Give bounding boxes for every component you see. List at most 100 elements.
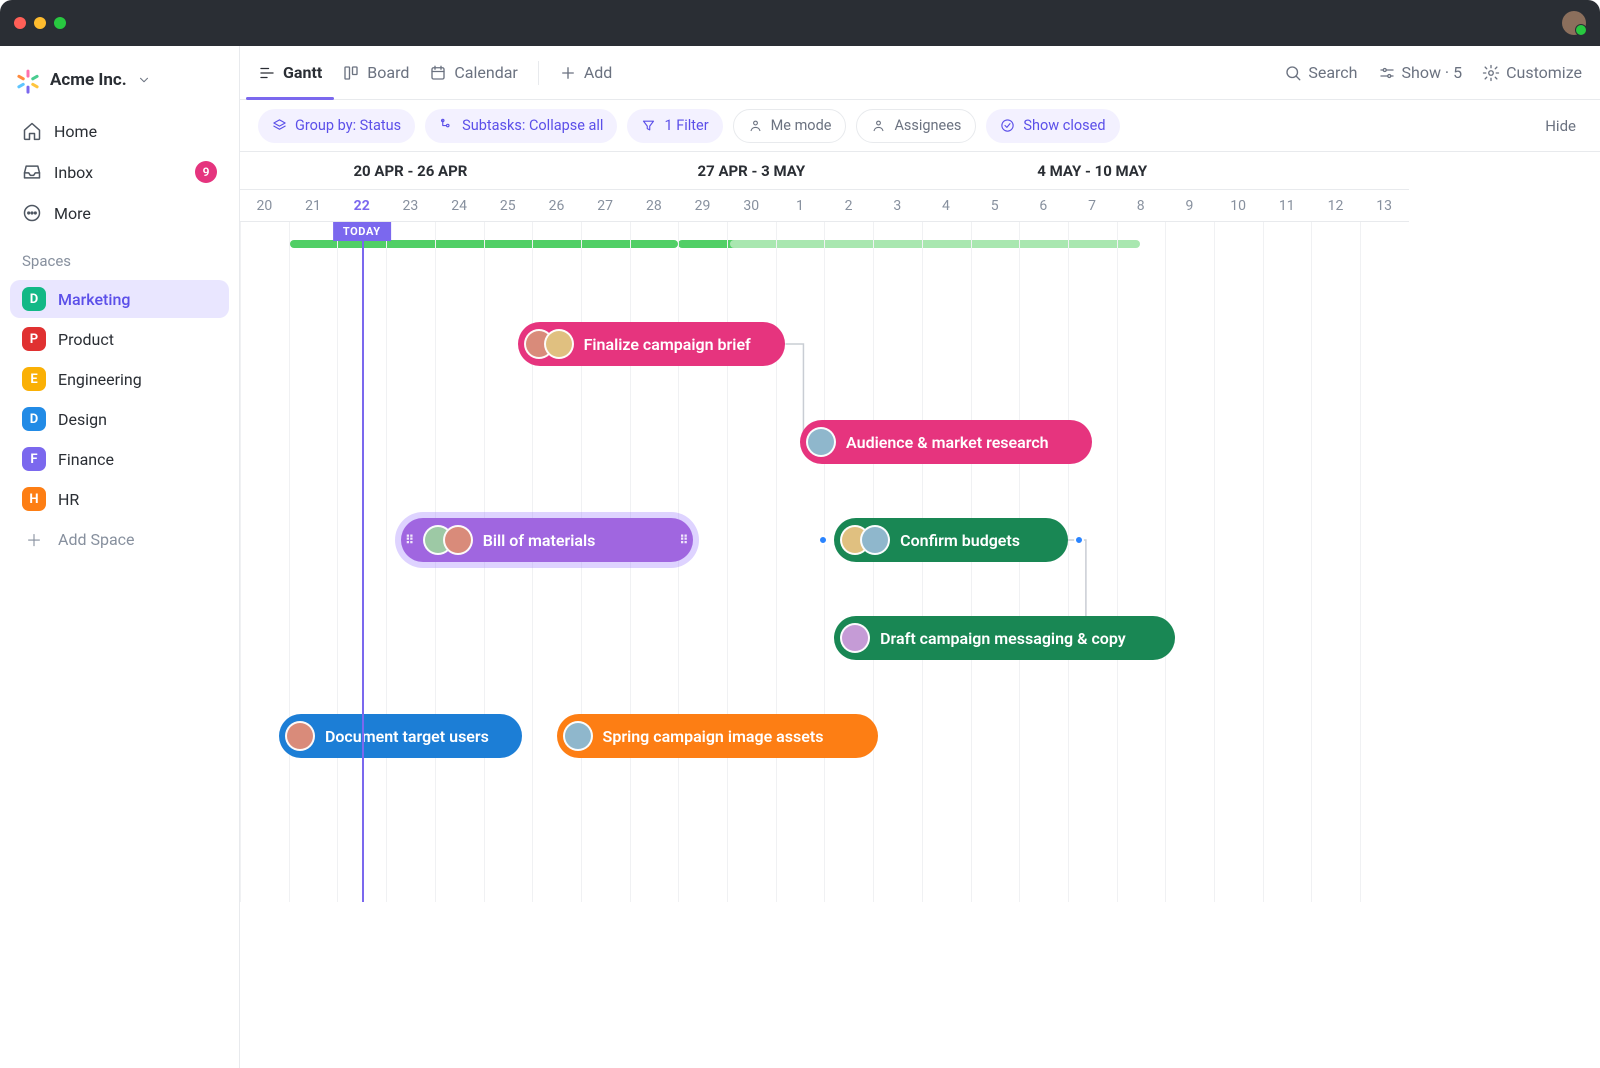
dependency-connector <box>240 222 1440 922</box>
day-header: 24 <box>435 190 484 222</box>
day-header: 5 <box>970 190 1019 222</box>
sidebar-item-home[interactable]: Home <box>10 112 229 150</box>
task-assignees <box>806 427 836 457</box>
space-label: HR <box>58 490 79 509</box>
add-space-button[interactable]: ＋ Add Space <box>10 520 229 558</box>
task-label: Spring campaign image assets <box>603 727 824 746</box>
current-user-avatar[interactable] <box>1562 11 1586 35</box>
tab-label: Board <box>367 63 409 82</box>
search-button[interactable]: Search <box>1284 63 1357 82</box>
tab-label: Gantt <box>283 63 322 82</box>
task-bar[interactable]: Bill of materials⠿⠿ <box>401 518 693 562</box>
sidebar-space-hr[interactable]: HHR <box>10 480 229 518</box>
task-label: Document target users <box>325 727 489 746</box>
space-label: Product <box>58 330 114 349</box>
space-label: Engineering <box>58 370 142 389</box>
today-marker <box>362 222 364 902</box>
task-bar[interactable]: Audience & market research <box>800 420 1092 464</box>
day-header: 3 <box>873 190 922 222</box>
spaces-heading: Spaces <box>10 234 229 278</box>
filter-group-by[interactable]: Group by: Status <box>258 109 415 143</box>
sidebar-item-label: Inbox <box>54 163 93 182</box>
inbox-icon <box>22 162 42 182</box>
sidebar-space-engineering[interactable]: EEngineering <box>10 360 229 398</box>
day-header: 9 <box>1165 190 1214 222</box>
assignee-avatar <box>443 525 473 555</box>
day-header: 29 <box>678 190 727 222</box>
task-label: Draft campaign messaging & copy <box>880 629 1126 648</box>
close-window-button[interactable] <box>14 17 26 29</box>
person-icon <box>748 118 763 133</box>
filter-me-mode[interactable]: Me mode <box>733 109 847 143</box>
fullscreen-window-button[interactable] <box>54 17 66 29</box>
filter-count[interactable]: 1 Filter <box>627 109 722 143</box>
task-assignees <box>840 525 890 555</box>
day-header: 25 <box>483 190 532 222</box>
gantt-canvas[interactable]: 20 APR - 26 APR27 APR - 3 MAY4 MAY - 10 … <box>240 152 1600 1068</box>
space-badge: D <box>22 287 46 311</box>
minimize-window-button[interactable] <box>34 17 46 29</box>
today-tag: TODAY <box>333 222 391 241</box>
customize-button[interactable]: Customize <box>1482 63 1582 82</box>
sidebar-space-marketing[interactable]: DMarketing <box>10 280 229 318</box>
search-icon <box>1284 64 1302 82</box>
sidebar-item-inbox[interactable]: Inbox 9 <box>10 152 229 192</box>
task-bar[interactable]: Finalize campaign brief <box>518 322 786 366</box>
workspace-switcher[interactable]: Acme Inc. <box>10 60 229 110</box>
inbox-unread-badge: 9 <box>195 161 217 183</box>
tab-label: Add <box>584 63 612 82</box>
assignee-avatar <box>860 525 890 555</box>
space-badge: D <box>22 407 46 431</box>
filter-show-closed[interactable]: Show closed <box>986 109 1119 143</box>
task-assignees <box>840 623 870 653</box>
day-header: 22 <box>337 190 386 222</box>
filter-icon <box>641 118 656 133</box>
task-bar[interactable]: Document target users <box>279 714 523 758</box>
task-label: Audience & market research <box>846 433 1049 452</box>
space-label: Finance <box>58 450 114 469</box>
person-icon <box>871 118 886 133</box>
hide-filters-button[interactable]: Hide <box>1539 117 1582 135</box>
task-bar[interactable]: Draft campaign messaging & copy <box>834 616 1175 660</box>
add-view-button[interactable]: Add <box>559 46 612 99</box>
filter-assignees[interactable]: Assignees <box>856 109 976 143</box>
day-header: 11 <box>1262 190 1311 222</box>
sidebar-space-finance[interactable]: FFinance <box>10 440 229 478</box>
assignee-avatar <box>544 329 574 359</box>
day-header: 10 <box>1214 190 1263 222</box>
filter-subtasks[interactable]: Subtasks: Collapse all <box>425 109 617 143</box>
tab-calendar[interactable]: Calendar <box>429 46 517 99</box>
sidebar-space-design[interactable]: DDesign <box>10 400 229 438</box>
resize-handle-left[interactable]: ⠿ <box>405 518 415 562</box>
task-assignees <box>423 525 473 555</box>
calendar-icon <box>429 64 447 82</box>
tab-gantt[interactable]: Gantt <box>258 46 322 99</box>
board-icon <box>342 64 360 82</box>
space-badge: P <box>22 327 46 351</box>
sidebar-space-product[interactable]: P Product <box>10 320 229 358</box>
resize-handle-right[interactable]: ⠿ <box>679 518 689 562</box>
subtask-icon <box>439 118 454 133</box>
task-bar[interactable]: Spring campaign image assets <box>557 714 878 758</box>
week-header: 27 APR - 3 MAY <box>581 152 922 190</box>
day-header: 28 <box>630 190 679 222</box>
sidebar-item-more[interactable]: More <box>10 194 229 232</box>
task-label: Confirm budgets <box>900 531 1020 550</box>
week-header: 20 APR - 26 APR <box>240 152 581 190</box>
dependency-dot-outgoing[interactable] <box>1074 535 1084 545</box>
day-header: 13 <box>1360 190 1409 222</box>
sliders-icon <box>1378 64 1396 82</box>
assignee-avatar <box>840 623 870 653</box>
layers-icon <box>272 118 287 133</box>
day-header: 7 <box>1068 190 1117 222</box>
gear-icon <box>1482 64 1500 82</box>
task-bar[interactable]: Confirm budgets <box>834 518 1068 562</box>
workspace-name: Acme Inc. <box>50 70 127 90</box>
task-assignees <box>285 721 315 751</box>
assignee-avatar <box>563 721 593 751</box>
add-space-label: Add Space <box>58 530 135 549</box>
show-settings-button[interactable]: Show · 5 <box>1378 63 1463 82</box>
sidebar-item-label: Home <box>54 122 97 141</box>
day-header: 8 <box>1116 190 1165 222</box>
tab-board[interactable]: Board <box>342 46 409 99</box>
